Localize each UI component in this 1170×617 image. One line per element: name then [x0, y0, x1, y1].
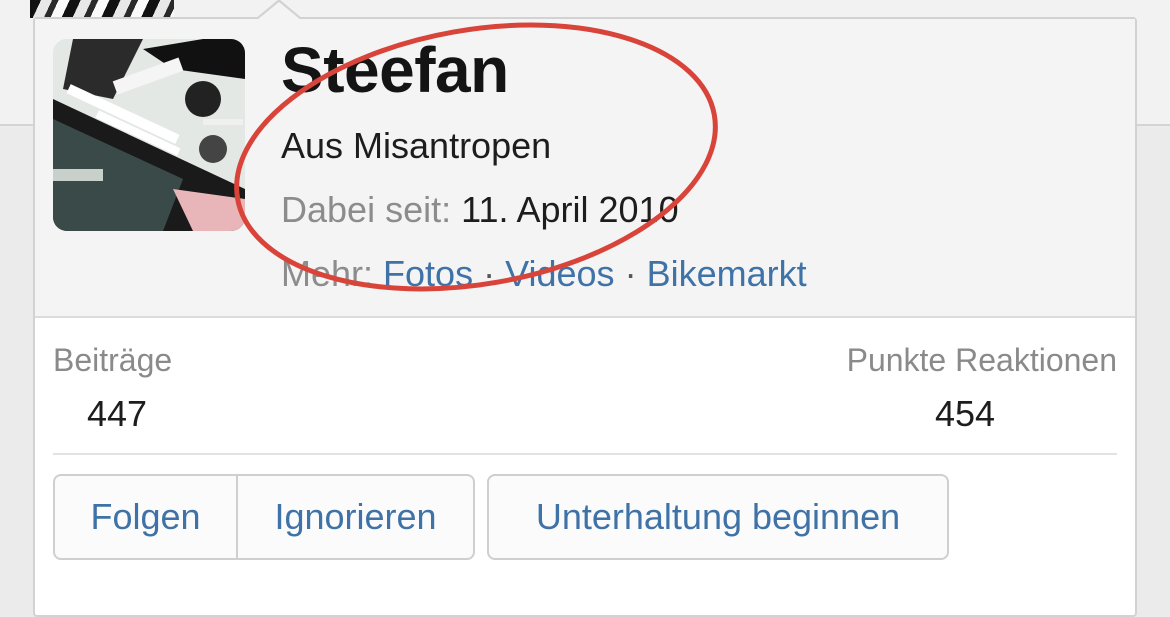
ignore-button[interactable]: Ignorieren — [236, 476, 473, 558]
avatar-image — [53, 39, 245, 231]
avatar[interactable] — [53, 39, 245, 231]
member-name[interactable]: Steefan — [281, 33, 509, 107]
background-avatar-thumbnail — [30, 0, 174, 18]
joined-info: Dabei seit: 11. April 2010 — [281, 189, 679, 231]
tooltip-arrow-fill — [257, 2, 301, 20]
posts-value[interactable]: 447 — [87, 393, 147, 435]
link-separator: · — [483, 253, 496, 294]
link-separator: · — [624, 253, 637, 294]
more-label: Mehr: — [281, 253, 374, 294]
member-user-title: Aus Misantropen — [281, 125, 552, 166]
photos-link[interactable]: Fotos — [383, 253, 473, 294]
start-conversation-button[interactable]: Unterhaltung beginnen — [487, 474, 949, 560]
stats-divider — [53, 453, 1117, 455]
bike-market-link[interactable]: Bikemarkt — [647, 253, 807, 294]
videos-link[interactable]: Videos — [505, 253, 614, 294]
joined-date: 11. April 2010 — [461, 189, 679, 230]
more-links: Mehr: Fotos · Videos · Bikemarkt — [281, 253, 807, 295]
reactions-label: Punkte Reaktionen — [846, 342, 1117, 378]
follow-button[interactable]: Folgen — [55, 476, 236, 558]
reactions-value[interactable]: 454 — [935, 393, 995, 435]
follow-ignore-button-group: Folgen Ignorieren — [53, 474, 475, 560]
joined-label: Dabei seit: — [281, 189, 452, 230]
member-card-header: Steefan Aus Misantropen Dabei seit: 11. … — [35, 19, 1135, 318]
posts-label: Beiträge — [53, 342, 173, 378]
member-tooltip-card: Steefan Aus Misantropen Dabei seit: 11. … — [33, 17, 1137, 617]
